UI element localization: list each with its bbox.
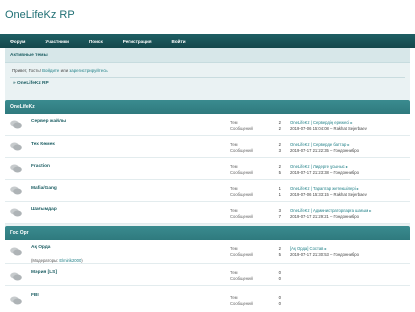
posts-count: 2 xyxy=(278,126,281,131)
posts-count: 0 xyxy=(278,301,281,306)
topics-label: Тем xyxy=(230,142,238,147)
last-post-meta: 2019-07-06 15:04:08 – Rakhat Sejerbaev xyxy=(290,126,367,131)
posts-count: 0 xyxy=(278,276,281,281)
speech-bubbles-icon xyxy=(10,142,22,151)
topics-label: Тем xyxy=(230,120,238,125)
speech-bubbles-icon xyxy=(10,296,22,305)
speech-bubbles-icon xyxy=(10,272,22,281)
forum-title[interactable]: FBI xyxy=(31,293,39,298)
last-post-link[interactable]: OneLifeKz | Тараптар жетекшілері ▸ xyxy=(290,186,359,191)
speech-bubbles-icon xyxy=(10,164,22,173)
topics-label: Тем xyxy=(230,208,238,213)
moderators-label: (Модераторы: xyxy=(31,258,59,263)
topics-count: 0 xyxy=(278,295,281,300)
forum-title[interactable]: Сервер жайлы xyxy=(31,119,66,124)
topics-count: 3 xyxy=(278,208,281,213)
forum-title[interactable]: Тех Көмек xyxy=(31,142,55,147)
last-post-link[interactable]: [Ақ Орда] Состав ▸ xyxy=(290,246,327,251)
moderators-close: ) xyxy=(81,258,83,263)
posts-count: 3 xyxy=(278,148,281,153)
speech-bubbles-icon xyxy=(10,120,22,129)
forum-row: Mafia/Gang Тем 1 Сообщений 1 OneLifeKz |… xyxy=(5,180,410,202)
topics-count: 2 xyxy=(278,120,281,125)
speech-bubbles-icon xyxy=(10,186,22,195)
posts-label: Сообщений xyxy=(230,301,253,306)
posts-count: 1 xyxy=(278,192,281,197)
speech-bubbles-icon xyxy=(10,208,22,217)
moderator-link[interactable]: Elmirik2000 xyxy=(59,258,81,263)
posts-label: Сообщений xyxy=(230,276,253,281)
topics-label: Тем xyxy=(230,270,238,275)
main-nav: Форум Участники Поиск Регистрация Войти xyxy=(0,34,415,48)
forum-row: Fraction Тем 2 Сообщений 5 OneLifeKz | Л… xyxy=(5,158,410,180)
register-link[interactable]: зарегистрируйтесь xyxy=(69,68,107,73)
forum-row: Тех Көмек Тем 2 Сообщений 3 OneLifeKz | … xyxy=(5,136,410,158)
forum-row: FBI Тем 0 Сообщений 0 xyxy=(5,286,410,312)
welcome-message: Привет, Гость! Войдите или зарегистрируй… xyxy=(5,63,410,77)
last-post-meta: 2019-07-17 21:30:53 – Гондоннибро xyxy=(290,252,359,257)
last-post-link[interactable]: OneLifeKz | Лидерге ұсыныс ▸ xyxy=(290,164,348,169)
posts-label: Сообщений xyxy=(230,192,253,197)
forum-title[interactable]: Шағымдар xyxy=(31,207,57,212)
welcome-or: или xyxy=(60,68,69,73)
category-header[interactable]: Гос Орг xyxy=(5,226,410,240)
forum-row: Сервер жайлы Тем 2 Сообщений 2 OneLifeKz… xyxy=(5,114,410,136)
nav-register[interactable]: Регистрация xyxy=(123,39,152,44)
last-post-meta: 2019-07-06 15:33:15 – Rakhat Sejerbaev xyxy=(290,192,367,197)
posts-label: Сообщений xyxy=(230,214,253,219)
site-title[interactable]: OneLifeKz RP xyxy=(5,9,410,21)
breadcrumb[interactable]: » OneLifeKz RP xyxy=(5,78,410,90)
posts-count: 5 xyxy=(278,252,281,257)
nav-login[interactable]: Войти xyxy=(172,39,186,44)
last-post-link[interactable]: OneLifeKz | Серверде баттар ▸ xyxy=(290,142,350,147)
forum-title[interactable]: Ақ Орда xyxy=(31,245,50,250)
last-post-meta: 2019-07-17 21:23:38 – Гондоннибро xyxy=(290,170,359,175)
posts-count: 5 xyxy=(278,170,281,175)
last-post-link[interactable]: OneLifeKz | Сервердің ережесі ▸ xyxy=(290,120,353,125)
topics-count: 1 xyxy=(278,186,281,191)
site-header: OneLifeKz RP xyxy=(0,0,415,34)
topics-count: 2 xyxy=(278,164,281,169)
forum-moderators: (Модераторы: Elmirik2000) xyxy=(31,258,83,263)
last-post-link[interactable]: OneLifeKz | Администраторларға шағым ▸ xyxy=(290,208,372,213)
topics-label: Тем xyxy=(230,295,238,300)
topics-count: 2 xyxy=(278,142,281,147)
speech-bubbles-icon xyxy=(10,247,22,256)
posts-label: Сообщений xyxy=(230,148,253,153)
topics-label: Тем xyxy=(230,186,238,191)
forum-row: Ақ Орда (Модераторы: Elmirik2000) Тем 2 … xyxy=(5,240,410,264)
posts-label: Сообщений xyxy=(230,252,253,257)
nav-search[interactable]: Поиск xyxy=(89,39,103,44)
last-post-meta: 2019-07-17 21:22:35 – Гондоннибро xyxy=(290,148,359,153)
active-topics-link[interactable]: Активные темы xyxy=(5,48,410,63)
forum-title[interactable]: Fraction xyxy=(31,164,50,169)
forum-title[interactable]: Мэрия [LS] xyxy=(31,270,57,275)
posts-label: Сообщений xyxy=(230,126,253,131)
nav-forum[interactable]: Форум xyxy=(10,39,25,44)
posts-label: Сообщений xyxy=(230,170,253,175)
posts-count: 7 xyxy=(278,214,281,219)
forum-title[interactable]: Mafia/Gang xyxy=(31,186,57,191)
forum-row: Мэрия [LS] Тем 0 Сообщений 0 xyxy=(5,264,410,286)
login-link[interactable]: Войдите xyxy=(42,68,59,73)
category-header[interactable]: OneLifeKz xyxy=(5,100,410,114)
topics-count: 0 xyxy=(278,270,281,275)
topics-label: Тем xyxy=(230,246,238,251)
welcome-greeting: Привет, Гость! xyxy=(12,68,41,73)
topics-count: 2 xyxy=(278,246,281,251)
last-post-meta: 2019-07-17 21:29:21 – Гондоннибро xyxy=(290,214,359,219)
forum-row: Шағымдар Тем 3 Сообщений 7 OneLifeKz | А… xyxy=(5,202,410,224)
topics-label: Тем xyxy=(230,164,238,169)
nav-members[interactable]: Участники xyxy=(45,39,69,44)
